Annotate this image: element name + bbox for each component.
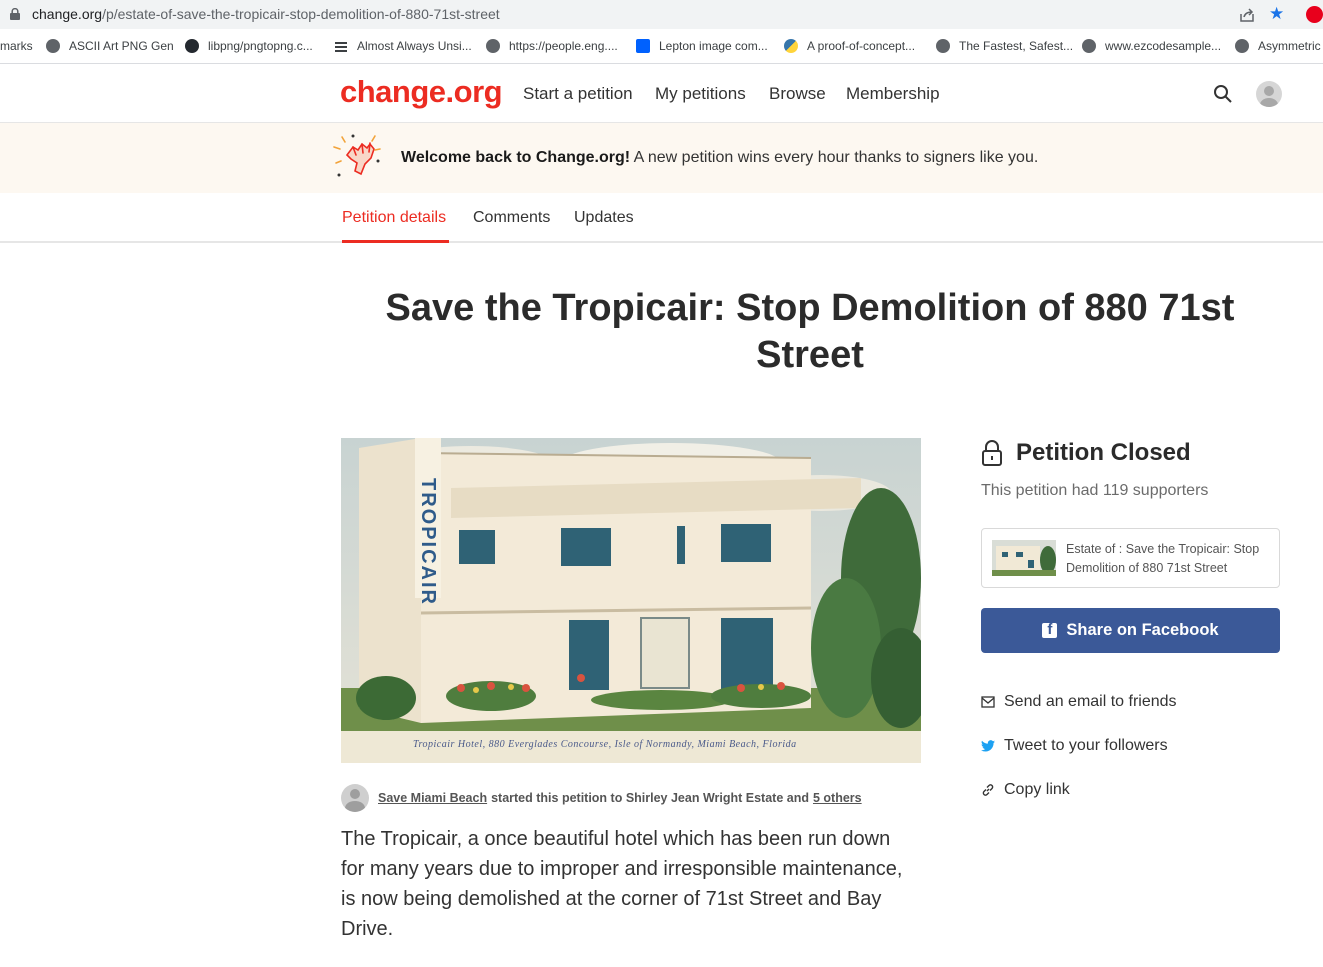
bookmark-item[interactable]: marks [0, 39, 33, 53]
bookmark-item[interactable]: https://people.eng.... [486, 39, 618, 53]
card-text: Estate of : Save the Tropicair: Stop Dem… [1066, 542, 1260, 575]
starter-text: started this petition to Shirley Jean Wr… [491, 791, 809, 805]
welcome-message: Welcome back to Change.org! A new petiti… [401, 149, 1039, 166]
tweet-link[interactable]: Tweet to your followers [981, 737, 1168, 755]
facebook-icon [1042, 621, 1058, 638]
bookmark-item[interactable]: libpng/pngtopng.c... [185, 39, 313, 53]
bookmark-item[interactable]: Lepton image com... [636, 39, 768, 53]
padlock-icon [982, 440, 1002, 466]
share-page-icon[interactable] [1238, 6, 1256, 24]
petition-starter: Save Miami Beach started this petition t… [341, 784, 866, 812]
petition-body: The Tropicair, a once beautiful hotel wh… [341, 828, 903, 940]
globe-icon [936, 39, 950, 53]
bookmark-item[interactable]: ASCII Art PNG Gen [46, 39, 174, 53]
search-icon[interactable] [1213, 84, 1233, 104]
welcome-banner: Welcome back to Change.org! A new petiti… [0, 123, 1323, 193]
twitter-bird-icon [981, 740, 995, 752]
starter-avatar[interactable] [341, 784, 369, 812]
bookmark-star-icon[interactable]: ★ [1269, 5, 1284, 23]
url-text[interactable]: change.org/p/estate-of-save-the-tropicai… [32, 6, 500, 22]
link-icon [982, 784, 994, 796]
hotel-sign-text: TROPICAIR [417, 478, 439, 606]
bookmark-item[interactable]: www.ezcodesample... [1082, 39, 1221, 53]
copy-link[interactable]: Copy link [981, 781, 1070, 799]
petition-image: TROPICAIR Tropicair Hotel, 880 Everglade… [341, 438, 921, 763]
nav-membership[interactable]: Membership [846, 84, 940, 104]
extension-icon[interactable] [1306, 6, 1323, 23]
globe-icon [1082, 39, 1096, 53]
bookmark-item[interactable]: Almost Always Unsi... [334, 39, 472, 53]
nav-browse[interactable]: Browse [769, 84, 826, 104]
bookmarks-bar: marks ASCII Art PNG Gen libpng/pngtopng.… [0, 29, 1323, 64]
tab-petition-details[interactable]: Petition details [342, 209, 446, 227]
starter-name-link[interactable]: Save Miami Beach [378, 791, 487, 805]
status-text: Petition Closed [1016, 439, 1191, 466]
others-link[interactable]: 5 others [813, 791, 862, 805]
petition-preview-card[interactable]: Estate of : Save the Tropicair: Stop Dem… [981, 528, 1280, 588]
globe-icon [46, 39, 60, 53]
supporter-count: This petition had 119 supporters [981, 482, 1209, 499]
tab-comments[interactable]: Comments [473, 209, 550, 227]
tab-updates[interactable]: Updates [574, 209, 634, 227]
petition-thumbnail [992, 540, 1056, 576]
petition-title: Save the Tropicair: Stop Demolition of 8… [385, 287, 1235, 376]
bookmark-item[interactable]: The Fastest, Safest... [936, 39, 1073, 53]
list-icon [334, 39, 348, 53]
change-org-logo[interactable]: change.org [340, 74, 503, 110]
globe-icon [486, 39, 500, 53]
active-tab-indicator [342, 240, 449, 243]
share-facebook-button[interactable]: Share on Facebook [981, 608, 1280, 653]
nav-my-petitions[interactable]: My petitions [655, 84, 746, 104]
bookmark-item[interactable]: A proof-of-concept... [784, 39, 915, 53]
site-header: change.org Start a petition My petitions… [0, 64, 1323, 123]
bookmark-item[interactable]: Asymmetric [1235, 39, 1321, 53]
envelope-icon [981, 696, 995, 708]
petition-tabs: Petition details Comments Updates [0, 193, 1323, 243]
globe-icon [1235, 39, 1249, 53]
raised-fist-icon [333, 134, 381, 177]
nav-start-petition[interactable]: Start a petition [523, 84, 633, 104]
python-icon [784, 39, 798, 53]
dropbox-icon [636, 39, 650, 53]
github-icon [185, 39, 199, 53]
petition-status: Petition Closed [981, 439, 1191, 467]
send-email-link[interactable]: Send an email to friends [981, 693, 1177, 711]
image-caption: Tropicair Hotel, 880 Everglades Concours… [413, 739, 797, 750]
lock-icon [10, 8, 20, 20]
user-avatar[interactable] [1256, 81, 1282, 107]
browser-address-bar[interactable]: change.org/p/estate-of-save-the-tropicai… [0, 0, 1323, 29]
